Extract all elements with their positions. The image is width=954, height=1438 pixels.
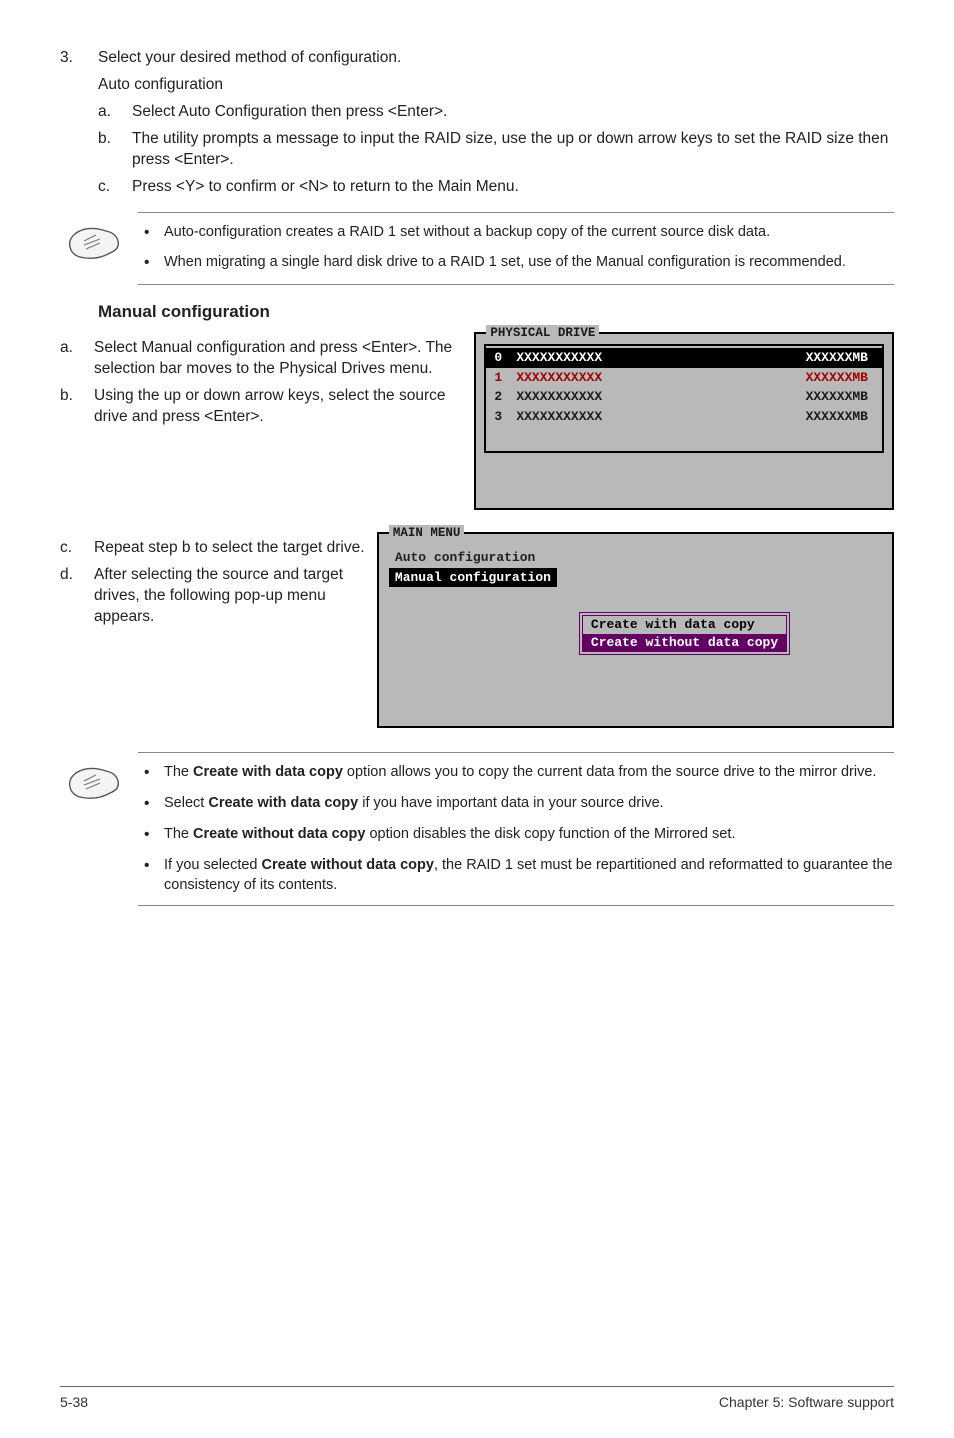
phys-row-size: XXXXXXMB [806,408,868,426]
note2-2-post: if you have important data in your sourc… [358,795,663,811]
phys-row-idx: 2 [494,388,516,406]
bullet-dot: • [138,763,164,784]
bullet-dot: • [138,856,164,895]
note2-item3: The Create without data copy option disa… [164,825,894,846]
note2-3-pre: The [164,826,193,842]
note2-1-pre: The [164,764,193,780]
note-autoconfig: •Auto-configuration creates a RAID 1 set… [138,212,894,286]
physical-drive-row-1[interactable]: 1 XXXXXXXXXXX XXXXXXMB [486,368,882,388]
phys-row-name: XXXXXXXXXXX [516,408,805,426]
create-popup: Create with data copy Create without dat… [579,612,790,655]
phys-row-size: XXXXXXMB [806,369,868,387]
footer-page-number: 5-38 [60,1393,88,1412]
phys-row-idx: 3 [494,408,516,426]
manual-b-letter: b. [60,386,94,428]
bullet-dot: • [138,223,164,244]
step-3c-letter: c. [98,177,132,198]
step-3c: c. Press <Y> to confirm or <N> to return… [98,177,894,198]
note-create-options: • The Create with data copy option allow… [138,752,894,906]
step-3b-text: The utility prompts a message to input t… [132,129,894,171]
phys-row-size: XXXXXXMB [806,349,868,367]
footer-chapter: Chapter 5: Software support [719,1393,894,1412]
note2-4-bold: Create without data copy [262,857,434,873]
physical-drive-row-3[interactable]: 3 XXXXXXXXXXX XXXXXXMB [486,407,882,427]
phys-row-name: XXXXXXXXXXX [516,388,805,406]
phys-row-size: XXXXXXMB [806,388,868,406]
manual-b-text: Using the up or down arrow keys, select … [94,386,460,428]
step-3-text: Select your desired method of configurat… [98,48,894,69]
manual-d-letter: d. [60,565,94,628]
manual-d: d. After selecting the source and target… [60,565,371,628]
step-3a: a. Select Auto Configuration then press … [98,102,894,123]
physical-drive-panel: PHYSICAL DRIVE 0 XXXXXXXXXXX XXXXXXMB 1 … [474,332,894,510]
note2-3-post: option disables the disk copy function o… [365,826,735,842]
bullet-dot: • [138,825,164,846]
main-menu-manual[interactable]: Manual configuration [389,568,557,588]
manual-a-letter: a. [60,338,94,380]
bullet-dot: • [138,794,164,815]
manual-b: b. Using the up or down arrow keys, sele… [60,386,460,428]
note2-1-post: option allows you to copy the current da… [343,764,877,780]
note1-item1: Auto-configuration creates a RAID 1 set … [164,223,894,244]
note2-2-bold: Create with data copy [208,795,358,811]
note2-4-pre: If you selected [164,857,262,873]
phys-row-idx: 1 [494,369,516,387]
physical-drive-list: 0 XXXXXXXXXXX XXXXXXMB 1 XXXXXXXXXXX XXX… [484,344,884,452]
step-3c-text: Press <Y> to confirm or <N> to return to… [132,177,894,198]
popup-create-with-data[interactable]: Create with data copy [583,616,786,634]
main-menu-title: MAIN MENU [389,525,465,542]
manual-d-text: After selecting the source and target dr… [94,565,371,628]
note-hand-icon [66,219,122,263]
note2-2-pre: Select [164,795,208,811]
note-hand-icon [66,759,122,803]
step-3-number: 3. [60,48,98,69]
popup-create-without-data[interactable]: Create without data copy [583,634,786,652]
step-3: 3. Select your desired method of configu… [60,48,894,69]
note1-item2: When migrating a single hard disk drive … [164,253,894,274]
manual-c-letter: c. [60,538,94,559]
note2-item4: If you selected Create without data copy… [164,856,894,895]
phys-row-idx: 0 [494,349,516,367]
step-3b-letter: b. [98,129,132,171]
step-3a-letter: a. [98,102,132,123]
note2-3-bold: Create without data copy [193,826,365,842]
page-footer: 5-38 Chapter 5: Software support [60,1386,894,1412]
note2-item2: Select Create with data copy if you have… [164,794,894,815]
step-3a-text: Select Auto Configuration then press <En… [132,102,894,123]
manual-c-text: Repeat step b to select the target drive… [94,538,371,559]
physical-drive-title: PHYSICAL DRIVE [486,325,599,342]
phys-row-name: XXXXXXXXXXX [516,369,805,387]
main-menu-panel: MAIN MENU Auto configuration Manual conf… [377,532,894,728]
note2-item1: The Create with data copy option allows … [164,763,894,784]
auto-config-subtitle: Auto configuration [98,75,894,96]
manual-a-text: Select Manual configuration and press <E… [94,338,460,380]
phys-row-name: XXXXXXXXXXX [516,349,805,367]
note2-1-bold: Create with data copy [193,764,343,780]
manual-config-heading: Manual configuration [98,301,894,324]
physical-drive-row-2[interactable]: 2 XXXXXXXXXXX XXXXXXMB [486,387,882,407]
step-3b: b. The utility prompts a message to inpu… [98,129,894,171]
main-menu-auto[interactable]: Auto configuration [389,548,882,568]
bullet-dot: • [138,253,164,274]
manual-c: c. Repeat step b to select the target dr… [60,538,371,559]
physical-drive-row-0[interactable]: 0 XXXXXXXXXXX XXXXXXMB [486,348,882,368]
manual-a: a. Select Manual configuration and press… [60,338,460,380]
